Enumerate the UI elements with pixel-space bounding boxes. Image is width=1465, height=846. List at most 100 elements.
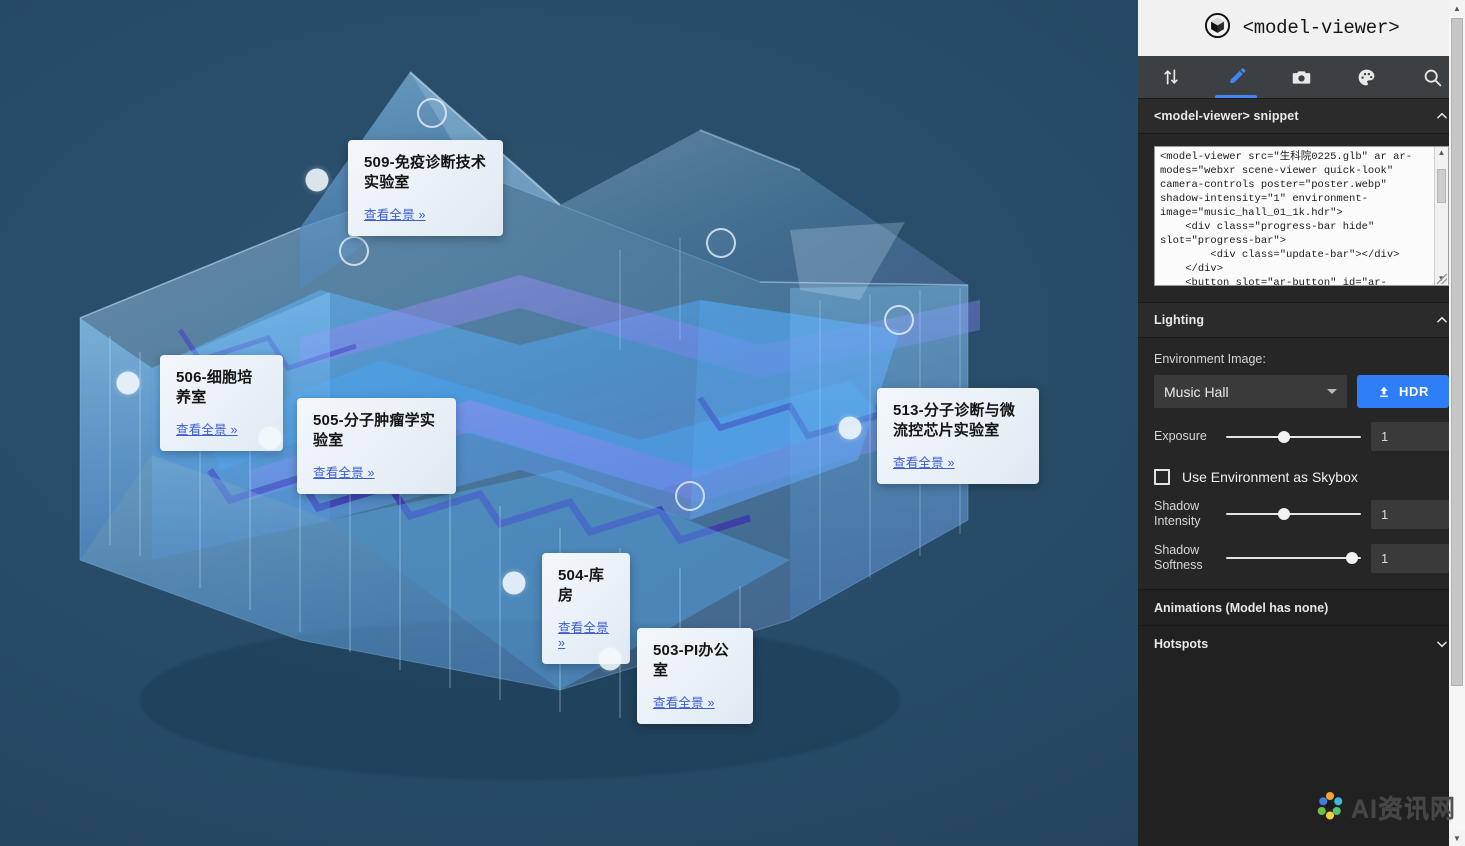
hotspots-section-title: Hotspots <box>1154 636 1209 651</box>
view-panorama-link[interactable]: 查看全景 » <box>364 204 426 223</box>
search-icon <box>1424 69 1442 86</box>
exposure-slider[interactable] <box>1226 428 1361 446</box>
exposure-row: Exposure 1 <box>1154 422 1449 451</box>
upload-hdr-button[interactable]: HDR <box>1357 375 1449 408</box>
hotspot-marker-506[interactable] <box>116 371 140 395</box>
hotspot-annotation-title: 504-库房 <box>558 567 605 604</box>
snippet-code-text[interactable]: <model-viewer src="生科院0225.glb" ar ar-mo… <box>1155 147 1434 285</box>
snippet-section-header[interactable]: <model-viewer> snippet <box>1138 98 1465 134</box>
exposure-label: Exposure <box>1154 429 1207 443</box>
environment-image-label: Environment Image: <box>1154 352 1266 366</box>
up-down-arrows-icon <box>1164 69 1178 85</box>
hotspot-marker-513[interactable] <box>838 416 862 440</box>
view-panorama-link[interactable]: 查看全景 » <box>893 452 955 471</box>
shadow-softness-slider-knob[interactable] <box>1345 552 1358 564</box>
app-title: <model-viewer> <box>1242 17 1400 39</box>
app-root: 509-免疫诊断技术实验室 查看全景 » 506-细胞培养室 查看全景 » 505-分子… <box>0 0 1465 846</box>
hotspot-annotation-505[interactable]: 505-分子肿瘤学实验室查看全景 » <box>297 398 456 494</box>
hotspot-annotation-title: 505-分子肿瘤学实验室 <box>313 412 436 449</box>
animations-section-title: Animations (Model has none) <box>1154 600 1329 615</box>
shadow-softness-slider[interactable] <box>1226 549 1361 567</box>
skybox-checkbox[interactable] <box>1154 469 1170 485</box>
view-panorama-link[interactable]: 查看全景 » <box>176 419 238 438</box>
camera-icon <box>1292 70 1311 84</box>
panel-scrollbar-thumb[interactable] <box>1451 18 1463 686</box>
resize-grip[interactable] <box>1437 274 1447 284</box>
animations-section-header[interactable]: Animations (Model has none) <box>1138 589 1465 625</box>
exposure-slider-knob[interactable] <box>1278 430 1291 443</box>
exposure-value-field[interactable]: 1 <box>1371 422 1449 451</box>
lighting-section-title: Lighting <box>1154 313 1205 327</box>
hotspot-marker-509[interactable] <box>305 168 329 192</box>
snippet-scrollbar[interactable]: ▲ ▼ <box>1434 147 1448 285</box>
upload-icon <box>1380 386 1388 397</box>
hotspot-annotation-504[interactable]: 504-库房查看全景 » <box>542 553 630 664</box>
chevron-down-icon[interactable] <box>1435 637 1449 651</box>
hotspot-annotation-509[interactable]: 509-免疫诊断技术实验室查看全景 » <box>348 140 503 236</box>
panel-tabbar <box>1138 56 1465 98</box>
palette-icon <box>1359 69 1375 85</box>
tab-camera[interactable] <box>1269 56 1334 98</box>
shadow-softness-row: Shadow Softness 1 <box>1154 543 1449 573</box>
slider-track <box>1226 557 1361 559</box>
lighting-section-header[interactable]: Lighting <box>1138 302 1465 338</box>
pencil-icon <box>1229 67 1245 83</box>
shadow-intensity-slider-knob[interactable] <box>1278 508 1291 520</box>
hotspot-annotation-503[interactable]: 503-PI办公室查看全景 » <box>637 628 753 724</box>
slider-track <box>1226 435 1361 438</box>
environment-image-row: Music Hall HDR <box>1154 375 1449 408</box>
environment-select[interactable]: Music Hall <box>1154 375 1347 408</box>
hotspots-section-header[interactable]: Hotspots <box>1138 625 1465 661</box>
watermark-text: AI资讯网 <box>1350 795 1456 823</box>
hotspot-marker-ring-2[interactable] <box>706 228 736 258</box>
skybox-checkbox-row[interactable]: Use Environment as Skybox <box>1154 469 1449 485</box>
view-panorama-link[interactable]: 查看全景 » <box>653 692 715 711</box>
snippet-section-title: <model-viewer> snippet <box>1154 109 1299 123</box>
panel-scrollbar[interactable]: ▲ ▼ <box>1449 0 1465 846</box>
hotspot-marker-ring-0[interactable] <box>417 98 447 128</box>
snippet-code-box[interactable]: <model-viewer src="生科院0225.glb" ar ar-mo… <box>1154 146 1449 286</box>
chevron-up-icon[interactable] <box>1435 109 1449 123</box>
hotspot-marker-ring-1[interactable] <box>339 236 369 266</box>
scroll-up-arrow-icon[interactable]: ▲ <box>1438 149 1446 157</box>
chevron-down-icon <box>1327 389 1337 394</box>
tab-materials[interactable] <box>1334 56 1399 98</box>
shadow-intensity-label: Shadow Intensity <box>1154 499 1201 528</box>
model-viewer-canvas[interactable]: 509-免疫诊断技术实验室 查看全景 » 506-细胞培养室 查看全景 » 505-分子… <box>0 0 1138 846</box>
shadow-intensity-value-field[interactable]: 1 <box>1371 499 1449 529</box>
hotspot-annotation-title: 509-免疫诊断技术实验室 <box>364 154 487 191</box>
hotspot-marker-504[interactable] <box>502 571 526 595</box>
cube-in-circle-logo-icon <box>1204 12 1231 44</box>
view-panorama-link[interactable]: 查看全景 » <box>313 462 375 481</box>
scroll-thumb[interactable] <box>1437 169 1446 203</box>
hotspot-annotation-title: 503-PI办公室 <box>653 642 729 679</box>
hotspot-marker-ring-4[interactable] <box>675 481 705 511</box>
shadow-intensity-slider[interactable] <box>1226 505 1361 523</box>
panel-header: <model-viewer> <box>1138 0 1465 56</box>
panel-scroll-area: <model-viewer> snippet <model-viewer src… <box>1138 98 1465 846</box>
hotspot-marker-505[interactable] <box>258 426 282 450</box>
shadow-softness-label: Shadow Softness <box>1154 543 1203 572</box>
hdr-button-label: HDR <box>1399 384 1429 399</box>
hotspot-annotation-title: 506-细胞培养室 <box>176 369 253 406</box>
slider-track <box>1226 513 1361 515</box>
hotspot-annotation-title: 513-分子诊断与微流控芯片实验室 <box>893 402 1016 439</box>
shadow-softness-value-field[interactable]: 1 <box>1371 543 1449 573</box>
scroll-up-arrow-icon[interactable]: ▲ <box>1449 0 1465 16</box>
skybox-label: Use Environment as Skybox <box>1182 469 1358 485</box>
environment-select-value: Music Hall <box>1164 383 1229 400</box>
flower-logo-icon <box>1315 790 1345 825</box>
snippet-section-body: <model-viewer src="生科院0225.glb" ar ar-mo… <box>1138 134 1465 302</box>
scroll-down-arrow-icon[interactable]: ▼ <box>1449 830 1465 846</box>
hotspot-annotation-513[interactable]: 513-分子诊断与微流控芯片实验室查看全景 » <box>877 388 1039 484</box>
lighting-section-body: Environment Image: Music Hall HDR Exposu… <box>1138 338 1465 589</box>
shadow-intensity-row: Shadow Intensity 1 <box>1154 499 1449 529</box>
view-panorama-link[interactable]: 查看全景 » <box>558 617 614 650</box>
watermark: AI资讯网 <box>1309 785 1462 829</box>
tab-import-export[interactable] <box>1138 56 1203 98</box>
editor-side-panel: <model-viewer> <model-viewer> snippet <m… <box>1138 0 1465 846</box>
tab-edit[interactable] <box>1203 56 1268 98</box>
hotspot-marker-503[interactable] <box>598 647 622 671</box>
chevron-up-icon[interactable] <box>1435 313 1449 327</box>
hotspot-marker-ring-3[interactable] <box>884 305 914 335</box>
